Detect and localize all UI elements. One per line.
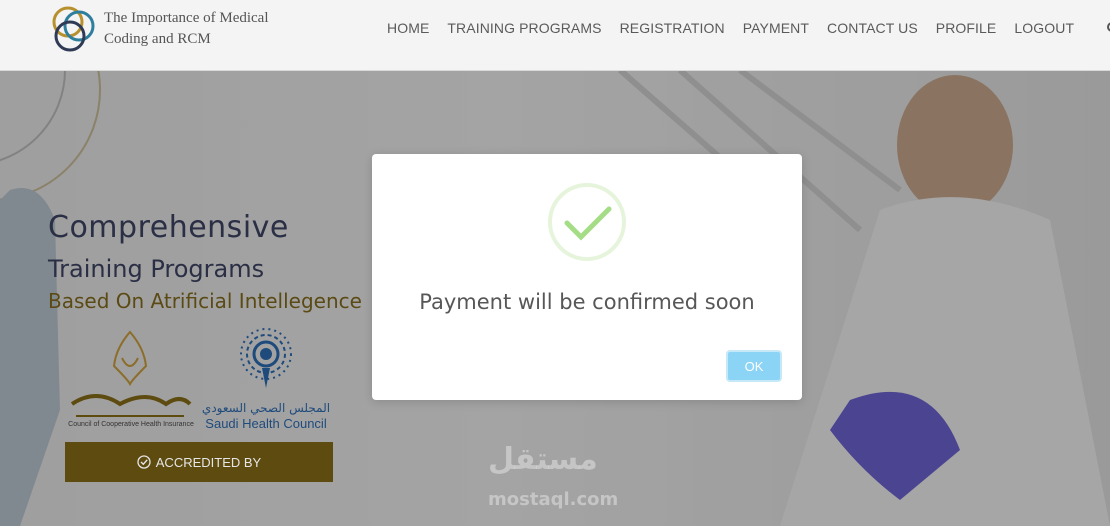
shc-english-name: Saudi Health Council <box>205 416 327 431</box>
nav-registration[interactable]: REGISTRATION <box>620 20 725 36</box>
top-navbar: The Importance of Medical Coding and RCM… <box>0 0 1110 71</box>
main-nav: HOME TRAINING PROGRAMS REGISTRATION PAYM… <box>378 20 1083 36</box>
logo-icon[interactable] <box>48 4 100 56</box>
hero-title: Comprehensive <box>48 210 289 245</box>
cchi-caption: Council of Cooperative Health Insurance <box>68 421 194 428</box>
saudi-health-council-logo-icon <box>240 328 292 388</box>
nav-logout[interactable]: LOGOUT <box>1014 20 1074 36</box>
check-circle-icon <box>137 455 151 469</box>
modal-message: Payment will be confirmed soon <box>419 290 755 314</box>
nav-profile[interactable]: PROFILE <box>936 20 997 36</box>
shc-arabic-name: المجلس الصحي السعودي <box>201 401 331 415</box>
ok-button[interactable]: OK <box>726 350 782 382</box>
cchi-logo-icon <box>70 330 192 417</box>
payment-modal: Payment will be confirmed soon OK <box>372 154 802 400</box>
watermark-english: mostaql.com <box>488 489 619 510</box>
success-check-icon <box>548 183 626 261</box>
accredited-by-button[interactable]: ACCREDITED BY <box>65 442 333 482</box>
accredited-label: ACCREDITED BY <box>155 454 262 470</box>
site-title[interactable]: The Importance of Medical Coding and RCM <box>104 8 294 50</box>
hero-subtitle: Training Programs <box>48 255 265 283</box>
nav-contact-us[interactable]: CONTACT US <box>827 20 918 36</box>
hero-ai-line: Based On Atrificial Intellegence <box>48 289 362 313</box>
nav-payment[interactable]: PAYMENT <box>743 20 809 36</box>
nav-home[interactable]: HOME <box>387 20 429 36</box>
nav-training-programs[interactable]: TRAINING PROGRAMS <box>447 20 601 36</box>
search-icon[interactable] <box>1106 22 1110 34</box>
watermark-arabic: مستقل <box>488 442 598 477</box>
